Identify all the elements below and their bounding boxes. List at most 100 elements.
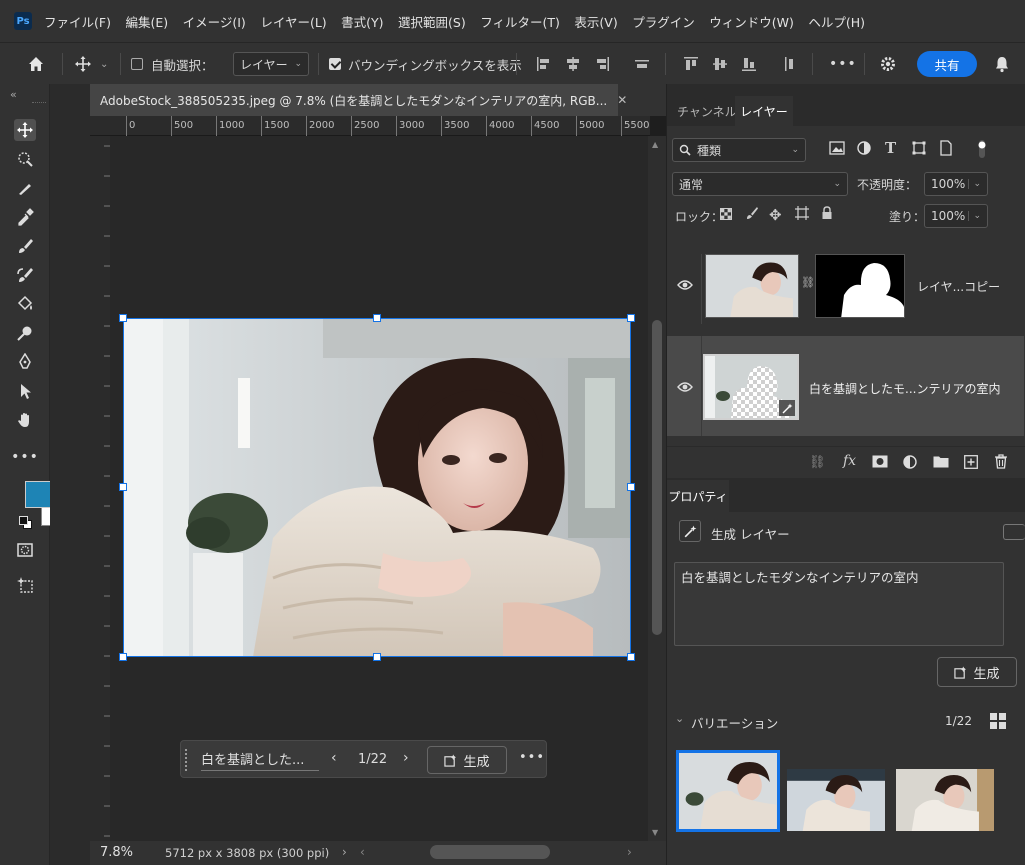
auto-select-checkbox[interactable] [131,58,143,70]
menu-layer[interactable]: レイヤー(L) [260,12,326,31]
foreground-color-swatch[interactable] [25,481,52,508]
more-options-button[interactable]: ••• [829,43,857,85]
show-bbox-toggle[interactable]: バウンディングボックスを表示 [329,43,522,85]
transform-handle-tc[interactable] [373,314,381,322]
align-center-h-icon[interactable] [564,43,582,85]
gear-icon[interactable] [879,43,897,85]
vertical-scroll-thumb[interactable] [652,320,662,635]
chevron-down-icon[interactable]: ⌄ [675,712,684,725]
transform-handle-tl[interactable] [119,314,127,322]
horizontal-scroll-thumb[interactable] [430,845,550,859]
dodge-tool-icon[interactable] [14,322,36,344]
filter-toggle-icon[interactable] [977,139,987,159]
scroll-left-icon[interactable]: ‹ [360,845,365,859]
distribute-vertical-icon[interactable] [780,43,798,85]
grid-view-icon[interactable] [989,712,1007,733]
move-tool-preset-icon[interactable]: ⌄ [74,43,108,85]
prompt-textarea[interactable]: 白を基調としたモダンなインテリアの室内 [674,562,1004,646]
tab-layers[interactable]: レイヤー [735,96,793,126]
chevron-down-icon[interactable]: ⌄ [968,179,981,189]
mask-link-icon[interactable]: ⛓ [801,276,815,289]
default-colors-icon[interactable] [19,516,33,530]
lock-position-icon[interactable]: ✥ [769,206,782,224]
edit-toolbar-icon[interactable]: ••• [11,446,38,468]
generative-fill-icon[interactable] [14,574,36,596]
history-brush-tool-icon[interactable] [14,264,36,286]
trash-icon[interactable] [994,454,1008,469]
next-variation-icon[interactable]: › [403,750,409,766]
more-options-button[interactable]: ••• [519,750,545,765]
variation-thumbnail-3[interactable] [896,769,994,831]
quick-mask-icon[interactable] [14,539,36,561]
menu-select[interactable]: 選択範囲(S) [398,12,466,31]
object-selection-tool-icon[interactable] [14,148,36,170]
paint-bucket-tool-icon[interactable] [14,293,36,315]
scroll-right-icon[interactable]: › [627,845,632,859]
drag-handle[interactable] [185,749,189,771]
chevron-down-icon[interactable]: ⌄ [968,211,981,221]
transform-handle-bc[interactable] [373,653,381,661]
status-info-arrow-icon[interactable]: › [342,845,347,859]
scroll-up-icon[interactable]: ▲ [652,140,658,149]
auto-select-target-dropdown[interactable]: レイヤー ⌄ [233,52,309,76]
tab-properties[interactable]: プロパティ [667,480,729,512]
home-icon[interactable] [26,43,46,85]
document-tab[interactable]: AdobeStock_388505235.jpeg @ 7.8% (白を基調とし… [90,84,627,116]
fill-field[interactable]: 100% ⌄ [924,204,988,228]
lock-transparent-pixels-icon[interactable] [720,208,732,220]
transform-handle-tr[interactable] [627,314,635,322]
eye-icon[interactable] [677,279,693,294]
variation-thumbnail-2[interactable] [787,769,885,831]
align-left-icon[interactable] [535,43,553,85]
properties-generate-button[interactable]: 生成 [937,657,1017,687]
layer-name[interactable]: 白を基調としたモ...ンテリアの室内 [809,380,1000,397]
fx-icon[interactable]: fx [843,453,856,469]
blend-mode-dropdown[interactable]: 通常 ⌄ [672,172,848,196]
vertical-scrollbar[interactable]: ▲ ▼ [648,136,666,841]
notifications-bell-icon[interactable] [993,43,1011,85]
share-button[interactable]: 共有 [917,51,977,77]
menu-file[interactable]: ファイル(F) [44,12,111,31]
brush-tool-icon[interactable] [14,235,36,257]
distribute-icon[interactable] [633,43,651,85]
menu-view[interactable]: 表示(V) [574,12,617,31]
align-middle-v-icon[interactable] [711,43,729,85]
align-top-icon[interactable] [682,43,700,85]
menu-image[interactable]: イメージ(I) [183,12,246,31]
generate-button[interactable]: 生成 [427,746,507,774]
add-mask-icon[interactable] [872,455,888,468]
layer-mask-thumbnail[interactable] [815,254,905,318]
layer-thumbnail[interactable] [705,254,799,318]
properties-scrollbar[interactable] [1017,484,1023,854]
layer-name[interactable]: レイヤ...コピー [917,278,1000,295]
previous-variation-icon[interactable]: ‹ [331,750,337,766]
layer-row[interactable]: ⛓ レイヤ...コピー [667,244,1024,334]
link-layers-icon[interactable]: ⛓ [809,455,826,470]
menu-type[interactable]: 書式(Y) [341,12,383,31]
tab-channels[interactable]: チャンネル [677,96,737,126]
menu-window[interactable]: ウィンドウ(W) [709,12,794,31]
align-bottom-icon[interactable] [740,43,758,85]
menu-edit[interactable]: 編集(E) [125,12,168,31]
menu-plugins[interactable]: プラグイン [632,12,695,31]
menu-help[interactable]: ヘルプ(H) [808,12,865,31]
transform-handle-bl[interactable] [119,653,127,661]
close-icon[interactable]: ✕ [617,93,627,107]
layer-filter-dropdown[interactable]: 種類 ⌄ [672,138,806,162]
menu-filter[interactable]: フィルター(T) [480,12,560,31]
filter-pixel-icon[interactable] [829,141,845,155]
eye-icon[interactable] [677,381,693,396]
hand-tool-icon[interactable] [14,409,36,431]
bounding-box[interactable] [123,318,631,657]
zoom-level[interactable]: 7.8% [100,845,133,860]
lock-all-icon[interactable] [821,206,833,220]
lock-artboard-icon[interactable] [795,206,809,220]
pen-tool-icon[interactable] [14,351,36,373]
transform-handle-br[interactable] [627,653,635,661]
move-tool-icon[interactable] [14,119,36,141]
crop-knife-tool-icon[interactable] [14,177,36,199]
document-info[interactable]: 5712 px x 3808 px (300 ppi) [165,846,329,860]
filter-adjustment-icon[interactable] [857,141,871,155]
eyedropper-tool-icon[interactable] [14,206,36,228]
collapse-panel-icon[interactable]: « [10,88,17,101]
